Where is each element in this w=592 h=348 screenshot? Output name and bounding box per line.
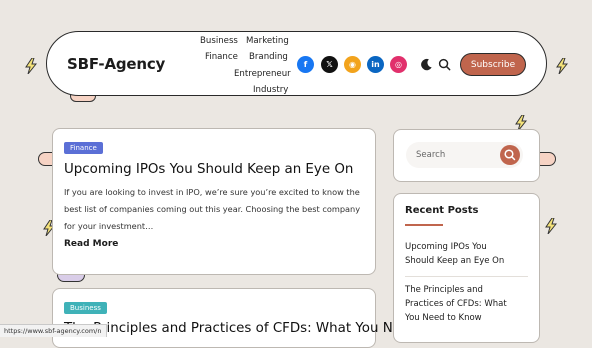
nav-finance[interactable]: Finance — [205, 52, 238, 62]
post-title[interactable]: The Principles and Practices of CFDs: Wh… — [64, 321, 418, 336]
search-input[interactable]: Search — [406, 142, 523, 168]
post-card: Business The Principles and Practices of… — [52, 288, 418, 348]
lightning-bolt-decoration — [545, 218, 557, 234]
nav-industry[interactable]: Industry — [253, 85, 288, 95]
facebook-icon[interactable]: f — [297, 56, 314, 73]
rss-icon[interactable]: ◉ — [344, 56, 361, 73]
instagram-icon[interactable]: ◎ — [390, 56, 407, 73]
lightning-bolt-decoration — [556, 58, 568, 74]
divider — [405, 276, 528, 277]
search-icon[interactable] — [437, 57, 452, 72]
recent-post-link[interactable]: Upcoming IPOs You Should Keep an Eye On — [405, 240, 517, 268]
subscribe-button[interactable]: Subscribe — [460, 53, 526, 76]
nav-business[interactable]: Business — [200, 36, 238, 46]
x-icon[interactable]: 𝕏 — [321, 56, 338, 73]
recent-posts-heading: Recent Posts — [405, 205, 479, 216]
search-button[interactable] — [500, 145, 520, 165]
recent-posts-widget: Recent Posts Upcoming IPOs You Should Ke… — [393, 193, 540, 343]
nav-branding[interactable]: Branding — [249, 52, 288, 62]
heading-underline — [405, 224, 443, 226]
nav-marketing[interactable]: Marketing — [246, 36, 289, 46]
nav-entrepreneur[interactable]: Entrepreneur — [234, 69, 291, 79]
site-logo[interactable]: SBF-Agency — [67, 55, 165, 73]
search-icon — [504, 149, 516, 161]
post-title[interactable]: Upcoming IPOs You Should Keep an Eye On — [64, 162, 353, 177]
category-badge[interactable]: Business — [64, 302, 107, 314]
category-badge[interactable]: Finance — [64, 142, 103, 154]
recent-post-link[interactable]: The Principles and Practices of CFDs: Wh… — [405, 283, 517, 325]
site-header: SBF-Agency Business Marketing Finance Br… — [46, 31, 547, 96]
post-excerpt: If you are looking to invest in IPO, we’… — [64, 187, 361, 231]
search-widget: Search — [393, 129, 540, 182]
read-more-link[interactable]: Read More — [64, 239, 118, 249]
search-placeholder: Search — [416, 150, 446, 160]
browser-status-url: https://www.sbf-agency.com/n — [0, 324, 107, 337]
linkedin-icon[interactable]: in — [367, 56, 384, 73]
moon-icon[interactable] — [419, 57, 434, 72]
lightning-bolt-decoration — [25, 58, 37, 74]
post-card: Finance Upcoming IPOs You Should Keep an… — [52, 128, 376, 275]
